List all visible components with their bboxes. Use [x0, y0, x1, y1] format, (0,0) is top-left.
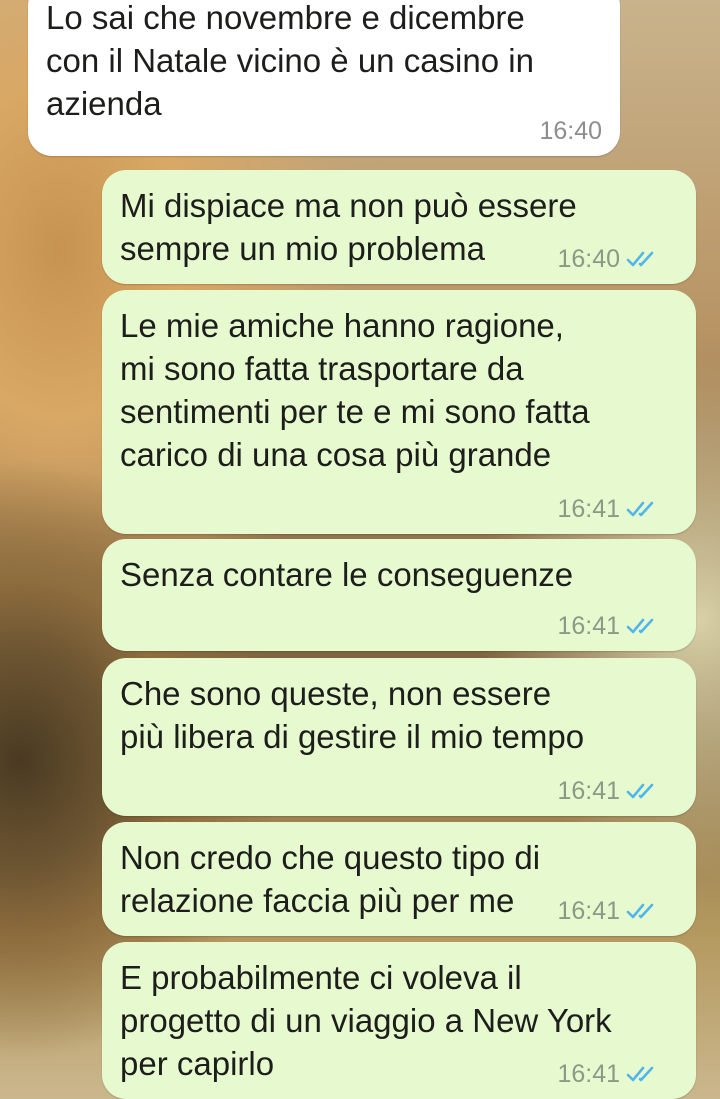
message-time: 16:40	[539, 117, 602, 145]
message-meta: 16:41	[557, 776, 658, 806]
message-time: 16:41	[557, 777, 620, 805]
message-meta: 16:41	[557, 611, 658, 641]
message-bubble-outgoing[interactable]: Senza contare le conseguenze 16:41	[102, 539, 696, 651]
message-bubble-outgoing[interactable]: Mi dispiace ma non può essere sempre un …	[102, 170, 696, 284]
message-bubble-outgoing[interactable]: Le mie amiche hanno ragione, mi sono fat…	[102, 290, 696, 534]
double-check-icon	[626, 782, 658, 800]
message-meta: 16:40	[557, 244, 658, 274]
double-check-icon	[626, 617, 658, 635]
double-check-icon	[626, 500, 658, 518]
chat-conversation: Lo sai che novembre e dicembre con il Na…	[0, 0, 720, 1099]
double-check-icon	[626, 1065, 658, 1083]
message-time: 16:41	[557, 495, 620, 523]
message-bubble-outgoing[interactable]: Non credo che questo tipo di relazione f…	[102, 822, 696, 936]
message-time: 16:40	[557, 245, 620, 273]
double-check-icon	[626, 250, 658, 268]
message-text: Le mie amiche hanno ragione, mi sono fat…	[120, 307, 590, 473]
message-time: 16:41	[557, 612, 620, 640]
message-time: 16:41	[557, 897, 620, 925]
double-check-icon	[626, 902, 658, 920]
message-meta: 16:41	[557, 494, 658, 524]
message-text: Senza contare le conseguenze	[120, 556, 574, 593]
message-bubble-incoming[interactable]: Lo sai che novembre e dicembre con il Na…	[28, 0, 620, 156]
message-bubble-outgoing[interactable]: E probabilmente ci voleva il progetto di…	[102, 942, 696, 1099]
message-meta: 16:41	[557, 1059, 658, 1089]
message-bubble-outgoing[interactable]: Che sono queste, non essere più libera d…	[102, 658, 696, 816]
message-time: 16:41	[557, 1060, 620, 1088]
message-text: Che sono queste, non essere più libera d…	[120, 675, 585, 755]
message-meta: 16:41	[557, 896, 658, 926]
message-meta: 16:40	[539, 116, 602, 146]
message-text: Lo sai che novembre e dicembre con il Na…	[46, 0, 534, 122]
